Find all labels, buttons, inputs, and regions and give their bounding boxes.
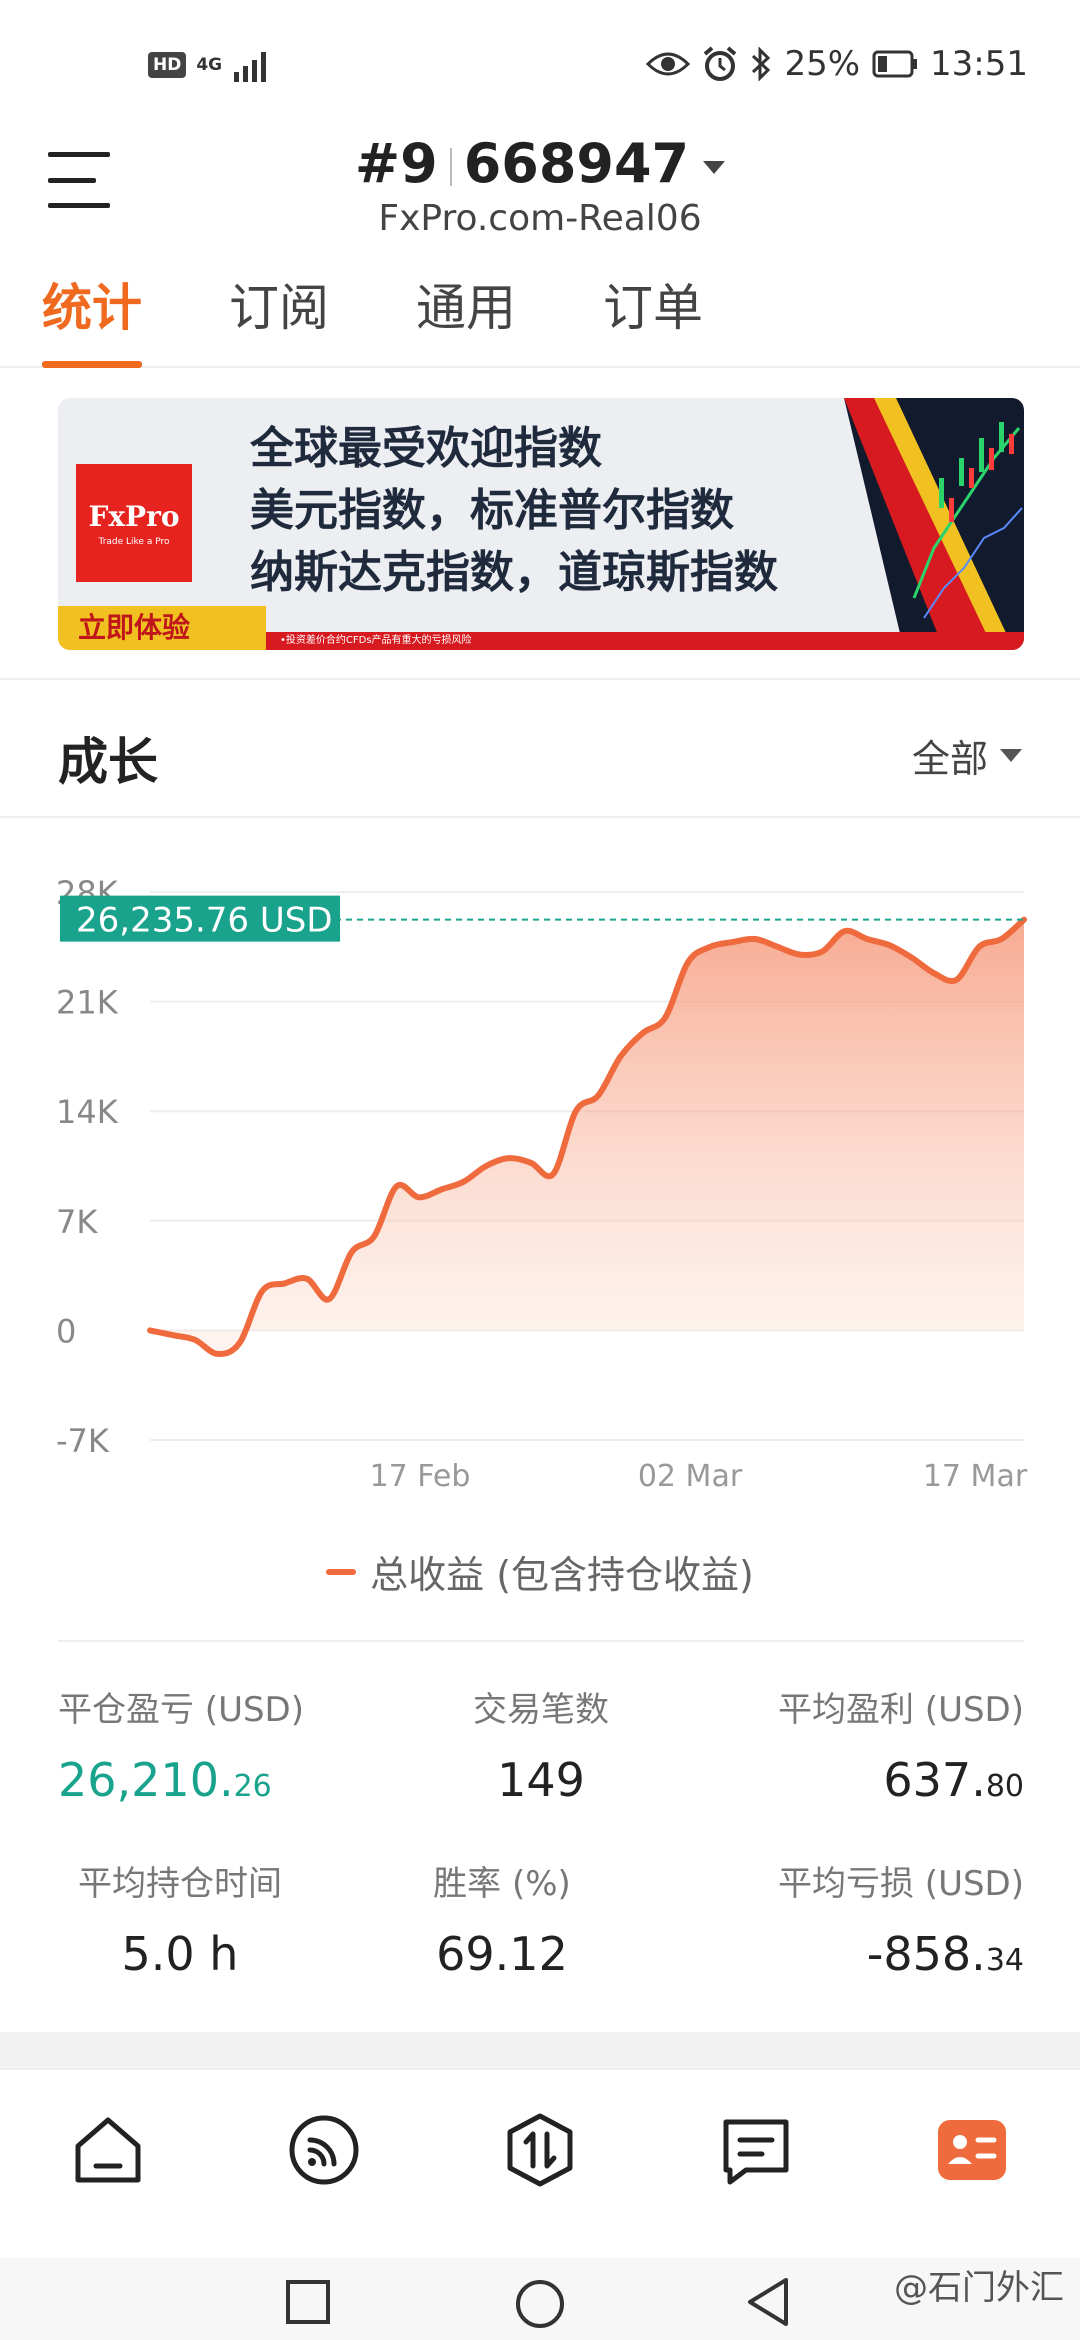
stat-closed-pnl: 平仓盈亏 (USD) 26,210.26 bbox=[58, 1642, 380, 1816]
bluetooth-icon bbox=[752, 46, 771, 82]
x-tick-label: 17 Feb bbox=[370, 1459, 471, 1494]
growth-header: 成长 全部 bbox=[0, 684, 1080, 818]
try-now-button[interactable]: 立即体验 bbox=[58, 606, 266, 650]
chart-svg: 28K21K14K7K0-7K 17 Feb 02 Mar 17 Mar 26,23… bbox=[56, 874, 1028, 1494]
growth-chart[interactable]: 28K 21K 14K 7K 0 -7K 17 Feb 02 Mar 17 Mar 26,23… bbox=[0, 820, 1080, 1640]
stat-avg-loss: 平均亏损 (USD) -858.34 bbox=[702, 1816, 1024, 1990]
area-fill bbox=[150, 919, 1024, 1354]
app-header: #9 668947 FxPro.com-Real06 bbox=[0, 132, 1080, 252]
hd-badge: HD bbox=[148, 52, 187, 78]
banner-line-2: 美元指数，标准普尔指数 bbox=[250, 485, 734, 536]
stat-label: 平均亏损 (USD) bbox=[778, 1864, 1024, 1904]
profile-card-icon[interactable] bbox=[932, 2110, 1012, 2190]
risk-disclaimer: •投资差价合约CFDs产品有重大的亏损风险 bbox=[266, 632, 1024, 650]
y-tick-label: 21K bbox=[56, 984, 119, 1022]
status-left: HD 4G bbox=[148, 48, 272, 82]
banner-headline: 全球最受欢迎指数 美元指数，标准普尔指数 纳斯达克指数，道琼斯指数 bbox=[250, 418, 778, 604]
tab-orders[interactable]: 订单 bbox=[603, 268, 703, 368]
legend-label: 总收益 (包含持仓收益) bbox=[370, 1553, 754, 1597]
account-selector[interactable]: #9 668947 bbox=[0, 132, 1080, 195]
x-tick-label: 02 Mar bbox=[638, 1459, 743, 1494]
stat-value: 69.12 bbox=[436, 1927, 568, 1981]
status-bar: HD 4G 25% 13:51 bbox=[0, 0, 1080, 132]
x-tick-label: 17 Mar bbox=[923, 1459, 1028, 1494]
current-value-badge: 26,235.76 USD bbox=[60, 895, 340, 942]
stat-value: 637.80 bbox=[883, 1753, 1024, 1807]
watermark: @石门外汇 bbox=[894, 2268, 1064, 2308]
stat-label: 胜率 (%) bbox=[433, 1864, 571, 1904]
y-tick-label: 0 bbox=[56, 1312, 76, 1350]
banner-section: FxPro Trade Like a Pro 全球最受欢迎指数 美元指数，标准普… bbox=[0, 370, 1080, 680]
home-circle-icon[interactable] bbox=[514, 2278, 566, 2330]
eye-icon bbox=[646, 52, 691, 76]
banner-line-3: 纳斯达克指数，道琼斯指数 bbox=[250, 547, 778, 598]
account-id: 668947 bbox=[463, 132, 690, 195]
y-tick-label: -7K bbox=[56, 1422, 110, 1460]
y-tick-label: 7K bbox=[56, 1203, 98, 1241]
ad-banner[interactable]: FxPro Trade Like a Pro 全球最受欢迎指数 美元指数，标准普… bbox=[58, 398, 1024, 650]
stat-label: 交易笔数 bbox=[473, 1690, 609, 1730]
stat-win-rate: 胜率 (%) 69.12 bbox=[341, 1816, 663, 1990]
trade-icon[interactable] bbox=[500, 2110, 580, 2190]
stats-row-2: 平均持仓时间 5.0 h 胜率 (%) 69.12 平均亏损 (USD) -85… bbox=[58, 1816, 1024, 1990]
stat-label: 平仓盈亏 (USD) bbox=[58, 1690, 304, 1730]
tab-bar: 统计 订阅 通用 订单 bbox=[0, 268, 1080, 368]
legend-swatch bbox=[326, 1568, 357, 1575]
stat-avg-hold: 平均持仓时间 5.0 h bbox=[58, 1816, 302, 1990]
network-label: 4G bbox=[196, 54, 223, 75]
feed-icon[interactable] bbox=[284, 2110, 364, 2190]
stat-avg-profit: 平均盈利 (USD) 637.80 bbox=[702, 1642, 1024, 1816]
period-dropdown[interactable]: 全部 bbox=[912, 728, 1022, 783]
stat-value: -858.34 bbox=[866, 1927, 1024, 1981]
battery-icon bbox=[872, 50, 918, 78]
alarm-icon bbox=[704, 46, 737, 81]
section-title: 成长 bbox=[58, 733, 158, 791]
chevron-down-icon bbox=[703, 160, 726, 174]
recents-icon[interactable] bbox=[284, 2278, 332, 2326]
tab-subscribe[interactable]: 订阅 bbox=[229, 268, 329, 368]
section-divider bbox=[0, 2032, 1080, 2068]
stat-value: 149 bbox=[497, 1753, 585, 1807]
period-value: 全部 bbox=[911, 737, 988, 781]
home-icon[interactable] bbox=[68, 2110, 148, 2190]
stat-label: 平均盈利 (USD) bbox=[778, 1690, 1024, 1730]
banner-line-1: 全球最受欢迎指数 bbox=[250, 423, 602, 474]
bottom-nav bbox=[0, 2068, 1080, 2258]
account-number: #9 bbox=[354, 132, 438, 195]
back-icon[interactable] bbox=[744, 2276, 792, 2328]
stats-panel: 平仓盈亏 (USD) 26,210.26 交易笔数 149 平均盈利 (USD)… bbox=[58, 1640, 1024, 1990]
y-tick-label: 14K bbox=[56, 1093, 119, 1131]
stat-label: 平均持仓时间 bbox=[78, 1864, 282, 1904]
chart-legend: 总收益 (包含持仓收益) bbox=[0, 1544, 1080, 1599]
stat-trades: 交易笔数 149 bbox=[380, 1642, 702, 1816]
candlestick-art bbox=[844, 398, 1024, 650]
status-right: 25% 13:51 bbox=[646, 44, 1028, 84]
account-server: FxPro.com-Real06 bbox=[378, 198, 702, 239]
messages-icon[interactable] bbox=[716, 2110, 796, 2190]
tab-statistics[interactable]: 统计 bbox=[42, 268, 142, 368]
clock: 13:51 bbox=[930, 44, 1028, 84]
tab-general[interactable]: 通用 bbox=[416, 268, 516, 368]
stat-value: 5.0 h bbox=[121, 1927, 239, 1981]
battery-percent: 25% bbox=[784, 44, 861, 84]
chevron-down-icon bbox=[1000, 749, 1022, 762]
stats-row-1: 平仓盈亏 (USD) 26,210.26 交易笔数 149 平均盈利 (USD)… bbox=[58, 1642, 1024, 1816]
stat-value: 26,210.26 bbox=[58, 1753, 272, 1807]
current-value-label: 26,235.76 USD bbox=[76, 901, 333, 941]
fxpro-logo: FxPro Trade Like a Pro bbox=[76, 464, 192, 582]
signal-icon bbox=[234, 52, 267, 82]
